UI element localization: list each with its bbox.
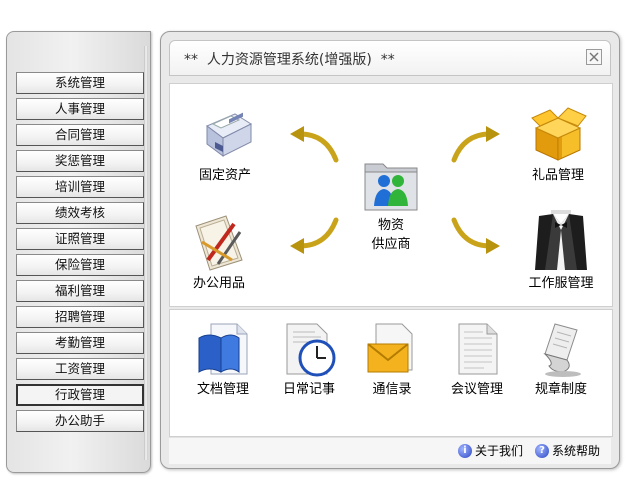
nav-item-recruit[interactable]: 招聘管理 bbox=[16, 306, 144, 328]
contacts-item[interactable]: 通信录 bbox=[362, 320, 422, 397]
nav-item-attendance[interactable]: 考勤管理 bbox=[16, 332, 144, 354]
stationery-icon bbox=[195, 215, 243, 271]
close-icon bbox=[589, 52, 599, 62]
office-supplies-item[interactable]: 办公用品 bbox=[184, 212, 254, 291]
contacts-label: 通信录 bbox=[372, 382, 412, 397]
gifts-label: 礼品管理 bbox=[531, 168, 584, 183]
arrow-to-office-supplies-icon bbox=[290, 217, 339, 254]
nav-item-salary[interactable]: 工资管理 bbox=[16, 358, 144, 380]
about-link[interactable]: i 关于我们 bbox=[458, 442, 523, 459]
about-label: 关于我们 bbox=[475, 444, 524, 458]
scroll-icon bbox=[543, 323, 581, 377]
supplier-item[interactable]: 物资 供应商 bbox=[358, 154, 424, 252]
help-label: 系统帮助 bbox=[552, 444, 601, 458]
nav-menu: 系统管理 人事管理 合同管理 奖惩管理 培训管理 绩效考核 证照管理 保险管理 … bbox=[16, 72, 144, 436]
book-document-icon bbox=[198, 323, 248, 375]
nav-item-training[interactable]: 培训管理 bbox=[16, 176, 144, 198]
nav-item-performance[interactable]: 绩效考核 bbox=[16, 202, 144, 224]
uniforms-item[interactable]: 工作服管理 bbox=[518, 210, 604, 291]
nav-item-reward[interactable]: 奖惩管理 bbox=[16, 150, 144, 172]
rules-item[interactable]: 规章制度 bbox=[526, 320, 596, 397]
window-titlebar: ** 人力资源管理系统(增强版) ** bbox=[169, 40, 611, 76]
nav-item-license[interactable]: 证照管理 bbox=[16, 228, 144, 250]
help-icon: ? bbox=[535, 443, 549, 458]
clock-document-icon bbox=[286, 323, 336, 377]
supplier-label-line1: 物资 bbox=[377, 218, 404, 233]
meetings-label: 会议管理 bbox=[450, 382, 503, 397]
notes-item[interactable]: 日常记事 bbox=[274, 320, 344, 397]
nav-panel-scroll-rail bbox=[144, 46, 148, 460]
nav-item-insurance[interactable]: 保险管理 bbox=[16, 254, 144, 276]
rules-label: 规章制度 bbox=[534, 382, 587, 397]
notes-label: 日常记事 bbox=[282, 382, 335, 397]
gift-box-icon bbox=[531, 107, 587, 161]
nav-item-personnel[interactable]: 人事管理 bbox=[16, 98, 144, 120]
info-globe-icon: i bbox=[458, 443, 472, 458]
printer-icon bbox=[206, 112, 253, 157]
fixed-assets-item[interactable]: 固定资产 bbox=[190, 106, 260, 183]
documents-label: 文档管理 bbox=[196, 382, 249, 397]
admin-hub-panel: 固定资产 礼品管理 物资 供应商 办公用品 工作服管理 bbox=[169, 83, 613, 307]
envelope-icon bbox=[367, 323, 413, 373]
office-supplies-label: 办公用品 bbox=[192, 276, 245, 291]
nav-item-system[interactable]: 系统管理 bbox=[16, 72, 144, 94]
office-tools-panel: 文档管理 日常记事 通信录 会议管理 规章制度 bbox=[169, 309, 613, 437]
people-folder-icon bbox=[364, 163, 418, 211]
main-window: ** 人力资源管理系统(增强版) ** 固定资产 礼品管理 物资 供应商 办公用… bbox=[160, 31, 620, 469]
nav-item-office-assistant[interactable]: 办公助手 bbox=[16, 410, 144, 432]
uniforms-label: 工作服管理 bbox=[528, 276, 594, 291]
close-button[interactable] bbox=[586, 49, 602, 65]
arrow-to-gifts-icon bbox=[451, 126, 500, 163]
nav-item-welfare[interactable]: 福利管理 bbox=[16, 280, 144, 302]
nav-item-administration[interactable]: 行政管理 bbox=[16, 384, 144, 406]
fixed-assets-label: 固定资产 bbox=[198, 168, 251, 183]
gifts-item[interactable]: 礼品管理 bbox=[518, 104, 598, 183]
arrow-to-fixed-assets-icon bbox=[290, 126, 339, 163]
meetings-item[interactable]: 会议管理 bbox=[442, 320, 512, 397]
window-footer: i 关于我们 ? 系统帮助 bbox=[169, 437, 611, 464]
document-icon bbox=[458, 323, 498, 375]
supplier-label-line2: 供应商 bbox=[371, 237, 411, 252]
documents-item[interactable]: 文档管理 bbox=[188, 320, 258, 397]
help-link[interactable]: ? 系统帮助 bbox=[535, 442, 600, 459]
nav-item-contract[interactable]: 合同管理 bbox=[16, 124, 144, 146]
arrow-to-uniforms-icon bbox=[451, 217, 500, 254]
tuxedo-icon bbox=[535, 210, 587, 270]
window-title: ** 人力资源管理系统(增强版) ** bbox=[184, 52, 395, 68]
